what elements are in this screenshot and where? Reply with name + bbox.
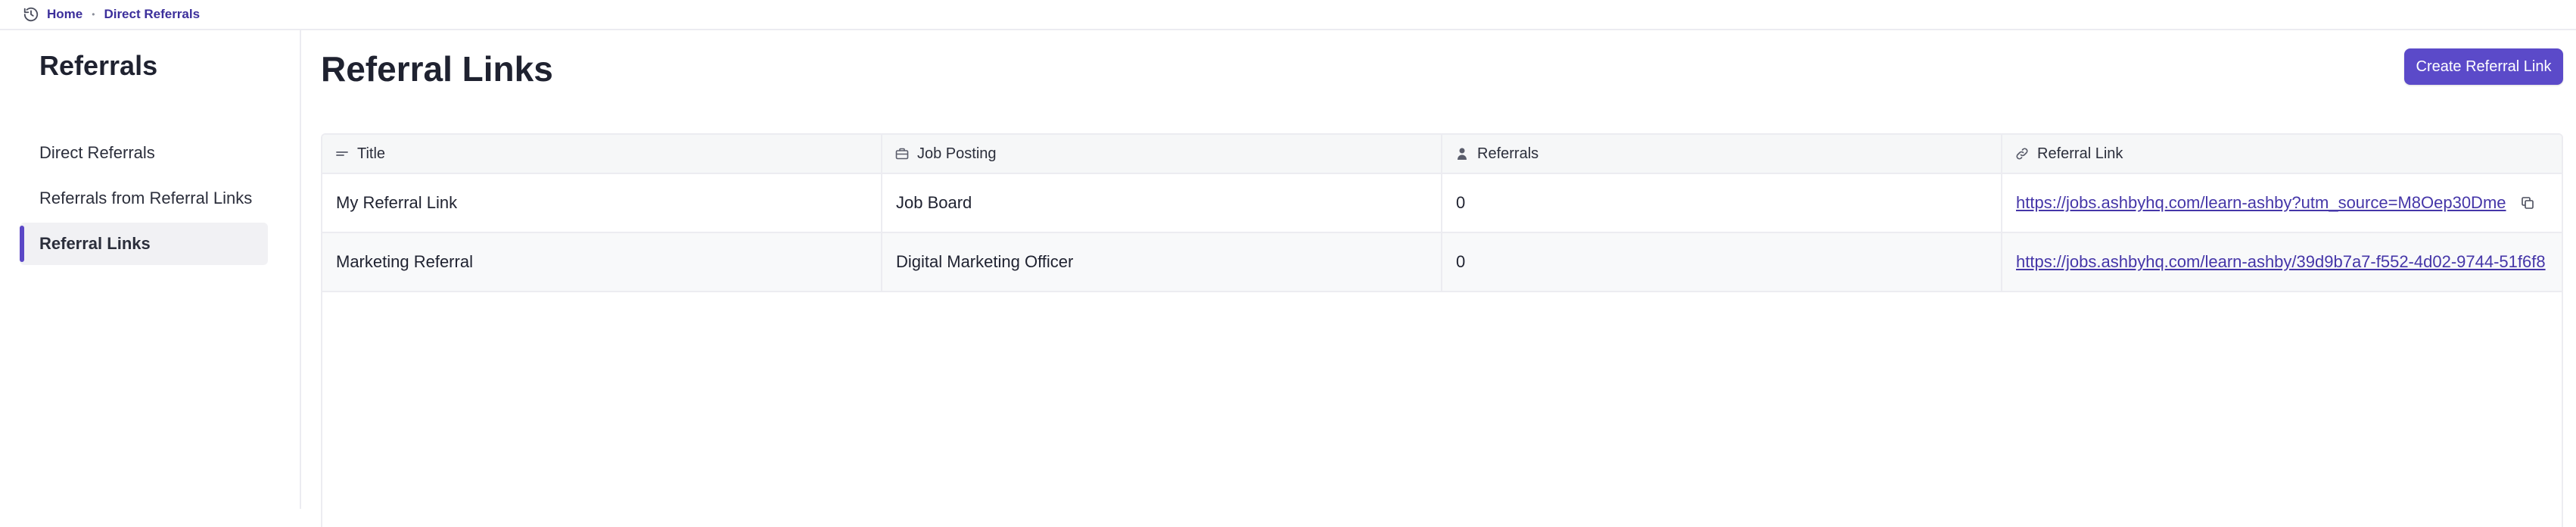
table-row[interactable]: My Referral Link Job Board 0 https://job… xyxy=(322,174,2562,233)
sidebar-item-direct-referrals[interactable]: Direct Referrals xyxy=(20,132,268,174)
cell-job-posting: Job Board xyxy=(882,174,1442,232)
briefcase-icon xyxy=(895,148,909,160)
table-header: Title Job Posting Referrals Referral Lin… xyxy=(322,135,2562,174)
sidebar-item-label: Direct Referrals xyxy=(39,143,155,162)
cell-title: My Referral Link xyxy=(322,174,882,232)
column-header-job-posting[interactable]: Job Posting xyxy=(882,135,1442,173)
breadcrumb-home[interactable]: Home xyxy=(47,7,82,22)
sidebar-item-referrals-from-links[interactable]: Referrals from Referral Links xyxy=(20,177,268,220)
breadcrumb-direct-referrals[interactable]: Direct Referrals xyxy=(104,7,200,22)
column-header-label: Job Posting xyxy=(917,145,997,162)
column-header-referrals[interactable]: Referrals xyxy=(1442,135,2002,173)
page-title: Referral Links xyxy=(321,49,553,89)
cell-referrals: 0 xyxy=(1442,174,2002,232)
column-header-referral-link[interactable]: Referral Link xyxy=(2002,135,2562,173)
column-header-label: Title xyxy=(357,145,386,162)
table-row[interactable]: Marketing Referral Digital Marketing Off… xyxy=(322,233,2562,292)
referral-link-url[interactable]: https://jobs.ashbyhq.com/learn-ashby/39d… xyxy=(2016,252,2546,272)
cell-job-posting: Digital Marketing Officer xyxy=(882,233,1442,291)
sidebar-item-label: Referrals from Referral Links xyxy=(39,189,253,207)
column-header-title[interactable]: Title xyxy=(322,135,882,173)
sidebar-item-label: Referral Links xyxy=(39,234,151,253)
link-icon xyxy=(2016,148,2028,160)
cell-referrals: 0 xyxy=(1442,233,2002,291)
column-header-label: Referral Link xyxy=(2037,145,2123,162)
breadcrumb: Home • Direct Referrals xyxy=(0,0,2576,30)
cell-referral-link: https://jobs.ashbyhq.com/learn-ashby?utm… xyxy=(2002,174,2562,232)
referral-links-table: Title Job Posting Referrals Referral Lin… xyxy=(321,133,2563,527)
history-icon[interactable] xyxy=(23,6,39,23)
referral-link-url[interactable]: https://jobs.ashbyhq.com/learn-ashby?utm… xyxy=(2016,193,2506,213)
column-header-label: Referrals xyxy=(1477,145,1539,162)
sidebar: Referrals Direct Referrals Referrals fro… xyxy=(0,30,301,509)
sidebar-item-referral-links[interactable]: Referral Links xyxy=(20,223,268,265)
cell-title: Marketing Referral xyxy=(322,233,882,291)
person-icon xyxy=(1458,148,1467,160)
main-content: Referral Links Create Referral Link Titl… xyxy=(303,30,2576,527)
text-lines-icon xyxy=(336,151,348,156)
sidebar-title: Referrals xyxy=(39,50,158,81)
breadcrumb-separator: • xyxy=(92,9,95,20)
create-referral-link-button[interactable]: Create Referral Link xyxy=(2404,48,2563,85)
copy-icon[interactable] xyxy=(2520,195,2535,210)
cell-referral-link: https://jobs.ashbyhq.com/learn-ashby/39d… xyxy=(2002,233,2562,291)
